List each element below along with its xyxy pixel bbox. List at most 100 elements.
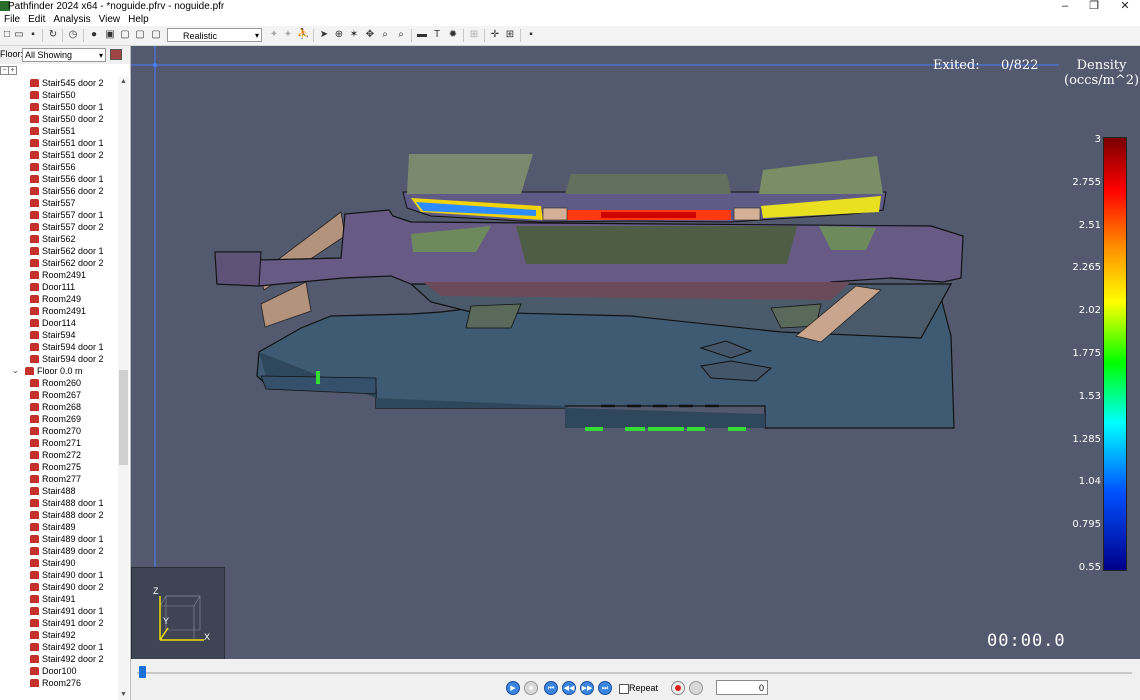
occupant-icon[interactable]: ✦ — [268, 29, 280, 41]
room-icon — [30, 403, 39, 411]
walk-icon[interactable]: ⛹ — [297, 29, 309, 41]
room-icon — [30, 331, 39, 339]
menu-view[interactable]: View — [95, 13, 125, 26]
scroll-up-icon[interactable]: ▲ — [118, 77, 129, 87]
view-side-icon[interactable]: ▢ — [134, 29, 146, 41]
tree-item-label: Stair551 door 2 — [42, 150, 104, 160]
title-bar: Pathfinder 2024 x64 - *noguide.pfrv - no… — [0, 0, 1140, 13]
chevron-down-icon: ▾ — [98, 51, 103, 60]
skip-to-start-button[interactable]: ⏮ — [544, 681, 558, 695]
zoom-box-icon[interactable]: ⌕ — [395, 29, 407, 41]
camera-icon[interactable]: ▪ — [525, 29, 537, 41]
step-back-button[interactable]: ◀◀ — [562, 681, 576, 695]
render-mode-select[interactable]: Realistic ▾ — [167, 28, 262, 42]
room-icon — [30, 523, 39, 531]
room-icon — [30, 211, 39, 219]
colorbar-tick-label: 1.04 — [1078, 476, 1101, 488]
select-pointer-icon[interactable]: ➤ — [318, 29, 330, 41]
step-forward-button[interactable]: ▶▶ — [580, 681, 594, 695]
exit-door — [648, 427, 684, 431]
stop-button[interactable]: ■ — [524, 681, 538, 695]
record-stop-button[interactable] — [689, 681, 703, 695]
tree-item-label: Stair489 — [42, 522, 76, 532]
text-tool-icon[interactable]: T — [431, 29, 443, 41]
restore-button[interactable]: ❐ — [1081, 0, 1107, 13]
room-icon — [30, 547, 39, 555]
room-icon — [30, 571, 39, 579]
view-top-icon[interactable]: ▣ — [104, 29, 116, 41]
room-icon — [30, 223, 39, 231]
new-file-icon[interactable]: □ — [1, 29, 13, 41]
group-icon[interactable]: ✦ — [282, 29, 294, 41]
view-perspective-icon[interactable]: ● — [88, 29, 100, 41]
room-icon — [30, 655, 39, 663]
zoom-icon[interactable]: ⌕ — [379, 29, 391, 41]
axis-y-label: Y — [163, 616, 170, 626]
disabled-tool-icon[interactable]: ⊞ — [468, 29, 480, 41]
expand-all-icon[interactable]: + — [8, 66, 17, 75]
floor-settings-icon[interactable] — [110, 49, 122, 60]
skip-to-end-button[interactable]: ⏭ — [598, 681, 612, 695]
tree-item-label: Stair562 door 1 — [42, 246, 104, 256]
import-icon[interactable]: ↻ — [47, 29, 59, 41]
tree-item-label: Door100 — [42, 666, 77, 676]
room-icon — [30, 619, 39, 627]
record-button[interactable] — [671, 681, 685, 695]
tree-item-label: Stair488 — [42, 486, 76, 496]
repeat-checkbox[interactable] — [619, 684, 629, 694]
tree-item-label: Room270 — [42, 426, 82, 436]
crosshair-icon[interactable]: ✛ — [489, 29, 501, 41]
colorbar-tick-label: 2.755 — [1072, 176, 1101, 188]
room-icon — [30, 79, 39, 87]
measure-icon[interactable]: ▬ — [416, 29, 428, 41]
close-button[interactable]: ✕ — [1112, 0, 1138, 13]
tree-item-label: Stair490 door 1 — [42, 570, 104, 580]
timeline-track[interactable] — [137, 672, 1132, 674]
frame-input[interactable]: 0 — [716, 680, 768, 695]
menu-edit[interactable]: Edit — [24, 13, 49, 26]
exit-door — [625, 427, 645, 431]
tree-item-label: Stair490 door 2 — [42, 582, 104, 592]
menu-analysis[interactable]: Analysis — [49, 13, 94, 26]
crowd-area — [516, 226, 797, 264]
tree-item-label: Room272 — [42, 450, 82, 460]
minimize-button[interactable]: – — [1052, 0, 1078, 13]
tree-item-label: Stair491 door 1 — [42, 606, 104, 616]
room-icon — [30, 235, 39, 243]
tree-scrollbar[interactable]: ▲ ▼ — [118, 77, 129, 700]
tree-item-label: Room276 — [42, 678, 82, 688]
floor-select[interactable]: All Showing ▾ — [22, 48, 106, 62]
density-heat-center-high — [601, 212, 696, 218]
open-folder-icon[interactable]: ▭ — [13, 29, 25, 41]
room-icon — [30, 247, 39, 255]
menu-help[interactable]: Help — [124, 13, 153, 26]
refresh-icon[interactable]: ◷ — [67, 29, 79, 41]
toolbar: □ ▭ ▪ ↻ ◷ ● ▣ ▢ ▢ ▢ Realistic ▾ ✦ ✦ ⛹ ➤ … — [0, 26, 1140, 46]
scroll-down-icon[interactable]: ▼ — [118, 690, 129, 700]
save-icon[interactable]: ▪ — [27, 29, 39, 41]
settings-gear-icon[interactable]: ✹ — [447, 29, 459, 41]
scroll-thumb[interactable] — [119, 370, 128, 465]
menu-file[interactable]: File — [0, 13, 24, 26]
3d-viewport[interactable]: Exited: 0/822 Density (occs/m^2) 3 2.755 2… — [131, 46, 1140, 659]
timeline-thumb[interactable] — [139, 666, 146, 678]
play-button[interactable]: ▶ — [506, 681, 520, 695]
room-icon — [30, 343, 39, 351]
room-icon — [30, 679, 39, 687]
room-icon — [30, 187, 39, 195]
pan-icon[interactable]: ✥ — [364, 29, 376, 41]
tree-item-label: Stair491 door 2 — [42, 618, 104, 628]
floor-select-value: All Showing — [25, 50, 73, 60]
room-icon — [30, 631, 39, 639]
tree-item-label: Room2491 — [42, 306, 87, 316]
roam-icon[interactable]: ✶ — [348, 29, 360, 41]
tree-item-label: Room267 — [42, 390, 82, 400]
tree-item-label: Stair556 door 1 — [42, 174, 104, 184]
view-front-icon[interactable]: ▢ — [119, 29, 131, 41]
grid-icon[interactable]: ⊞ — [504, 29, 516, 41]
view-iso-icon[interactable]: ▢ — [150, 29, 162, 41]
orbit-icon[interactable]: ⊕ — [333, 29, 345, 41]
tree-item-label: Stair556 door 2 — [42, 186, 104, 196]
room-icon — [30, 91, 39, 99]
tree-toggle-icon[interactable]: ⌄ — [12, 365, 19, 377]
